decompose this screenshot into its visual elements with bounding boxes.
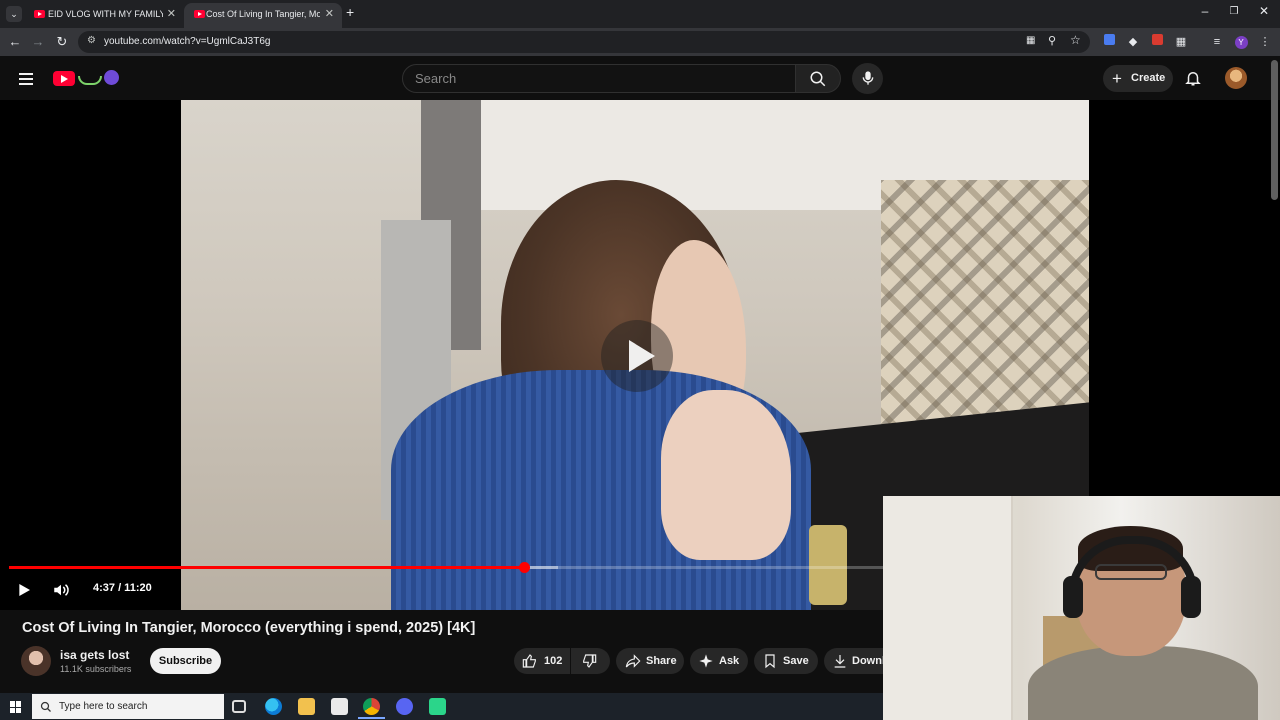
create-label: Create — [1131, 72, 1166, 84]
channel-name[interactable]: isa gets lost — [60, 648, 129, 662]
search-input[interactable] — [403, 65, 795, 92]
share-label: Share — [646, 655, 677, 667]
tab-title: Cost Of Living In Tangier, Moroc — [206, 9, 320, 19]
time-display: 4:37 / 11:20 — [93, 582, 152, 594]
profile-icon[interactable]: Y — [1233, 34, 1249, 50]
window-close-icon[interactable]: ✕ — [1249, 4, 1279, 18]
webcam-feed — [1028, 646, 1258, 720]
back-arrow-icon[interactable]: ← — [6, 33, 24, 51]
file-explorer-icon[interactable] — [298, 698, 315, 715]
hamburger-menu-icon[interactable] — [19, 70, 33, 88]
webcam-overlay — [883, 496, 1280, 720]
extensions-puzzle-icon[interactable]: ▦ — [1173, 34, 1189, 50]
url-text[interactable]: youtube.com/watch?v=UgmlCaJ3T6g — [104, 31, 270, 53]
page-scrollbar[interactable] — [1271, 60, 1278, 200]
account-avatar[interactable] — [1225, 67, 1247, 89]
active-app-indicator — [358, 717, 385, 719]
video-title: Cost Of Living In Tangier, Morocco (ever… — [22, 620, 476, 636]
browser-toolbar: ← → ↻ ⚙ youtube.com/watch?v=UgmlCaJ3T6g … — [0, 28, 1280, 56]
search-icon — [40, 701, 51, 712]
played-bar — [9, 566, 524, 569]
chrome-icon[interactable] — [363, 698, 380, 715]
video-scene — [809, 525, 847, 605]
sparkle-icon — [699, 654, 713, 668]
new-tab-icon[interactable]: + — [346, 4, 354, 20]
minimize-icon[interactable]: – — [1190, 4, 1220, 18]
edge-browser-icon[interactable] — [265, 698, 282, 715]
reload-icon[interactable]: ↻ — [53, 33, 71, 51]
download-icon — [834, 655, 846, 668]
ask-button[interactable]: Ask — [690, 648, 748, 674]
tab-title: EID VLOG WITH MY FAMILY I 🥰 — [48, 9, 163, 19]
tab-search-button[interactable]: ⌄ — [6, 6, 22, 22]
save-button[interactable]: Save — [754, 648, 818, 674]
site-info-icon[interactable]: ⚙ — [87, 35, 96, 46]
microphone-icon — [862, 71, 874, 85]
voice-search-button[interactable] — [852, 63, 883, 94]
bookmark-star-icon[interactable]: ☆ — [1070, 33, 1081, 47]
translate-extension-icon[interactable] — [1101, 34, 1117, 50]
large-play-button[interactable] — [601, 320, 673, 392]
search-field[interactable] — [402, 64, 796, 93]
taskbar-search-box[interactable]: Type here to search — [32, 694, 224, 719]
channel-avatar[interactable] — [21, 646, 51, 676]
youtube-favicon-icon — [34, 10, 45, 18]
taskbar-search-placeholder: Type here to search — [59, 701, 148, 712]
windows-taskbar: Type here to search — [0, 693, 883, 720]
bookmark-icon — [765, 654, 775, 669]
youtube-favicon-icon — [194, 10, 205, 18]
discord-icon[interactable] — [396, 698, 413, 715]
notifications-bell-icon[interactable] — [1184, 69, 1202, 87]
youtube-logo[interactable] — [53, 69, 121, 89]
windows-start-icon[interactable] — [10, 701, 22, 713]
share-button[interactable]: Share — [616, 648, 684, 674]
restore-icon[interactable]: ❐ — [1219, 6, 1249, 17]
video-scene — [661, 390, 791, 560]
browser-tab-strip: ⌄ EID VLOG WITH MY FAMILY I 🥰 ✕ Cost Of … — [0, 0, 1280, 28]
subscriber-count: 11.1K subscribers — [60, 664, 132, 674]
doodle-logo-icon — [78, 70, 120, 88]
ask-label: Ask — [719, 655, 740, 667]
play-icon[interactable] — [16, 582, 32, 598]
app-icon[interactable] — [429, 698, 446, 715]
tab-cost-of-living[interactable]: Cost Of Living In Tangier, Moroc ✕ — [184, 3, 342, 28]
plus-icon: + — [1112, 69, 1122, 88]
volume-icon[interactable] — [51, 581, 71, 599]
share-icon — [625, 654, 641, 668]
close-tab-icon[interactable]: ✕ — [167, 3, 176, 25]
microsoft-store-icon[interactable] — [331, 698, 348, 715]
red-extension-icon[interactable] — [1149, 34, 1165, 50]
download-button[interactable]: Downl — [824, 648, 883, 674]
save-label: Save — [783, 655, 809, 667]
diamond-extension-icon[interactable]: ◆ — [1125, 34, 1141, 50]
close-tab-icon[interactable]: ✕ — [325, 3, 334, 25]
subscribe-button[interactable]: Subscribe — [150, 648, 221, 674]
webcam-feed — [1181, 576, 1201, 618]
thumbs-down-icon — [583, 654, 597, 668]
install-app-icon[interactable]: ▦ — [1026, 35, 1035, 46]
webcam-feed — [1063, 576, 1083, 618]
address-bar[interactable]: ⚙ youtube.com/watch?v=UgmlCaJ3T6g ▦ ⚲ ☆ — [78, 31, 1090, 53]
tab-eid-vlog[interactable]: EID VLOG WITH MY FAMILY I 🥰 ✕ — [24, 3, 184, 28]
thumbs-up-icon — [522, 654, 536, 668]
like-button[interactable]: 102 — [514, 648, 570, 674]
like-count: 102 — [544, 655, 563, 667]
youtube-masthead: + Create — [0, 56, 1280, 100]
forward-arrow-icon[interactable]: → — [29, 33, 47, 51]
youtube-play-logo-icon — [53, 71, 75, 86]
search-button[interactable] — [795, 64, 841, 93]
zoom-icon[interactable]: ⚲ — [1048, 34, 1056, 47]
dislike-button[interactable] — [571, 648, 610, 674]
search-icon — [810, 71, 826, 87]
task-view-icon[interactable] — [232, 700, 246, 713]
download-label: Downl — [852, 655, 883, 667]
webcam-feed — [883, 496, 1013, 720]
create-button[interactable]: + Create — [1103, 65, 1173, 92]
reading-list-icon[interactable]: ≡ — [1209, 34, 1225, 50]
chrome-menu-icon[interactable]: ⋮ — [1257, 34, 1273, 50]
scrubber-handle[interactable] — [518, 562, 530, 573]
